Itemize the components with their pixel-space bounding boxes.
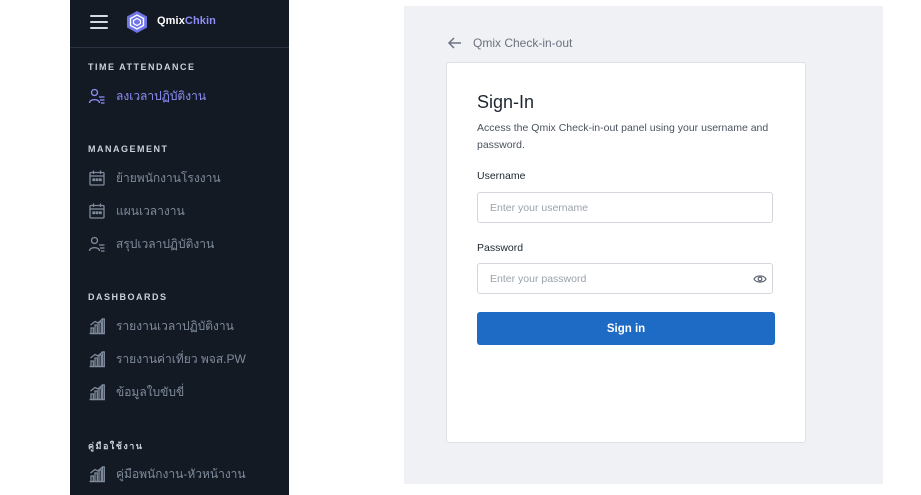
- breadcrumb-label: Qmix Check-in-out: [473, 36, 573, 50]
- menu-icon[interactable]: [90, 15, 108, 29]
- bar-chart-icon: [88, 350, 106, 368]
- bar-chart-icon: [88, 465, 106, 483]
- user-list-icon: [88, 235, 106, 253]
- sidebar-item-staff-manual[interactable]: คู่มือพนักงาน-หัวหน้างาน: [88, 463, 246, 485]
- username-input[interactable]: [477, 192, 773, 223]
- logo-icon: [127, 11, 147, 33]
- sidebar-item-label: รายงานเวลาปฏิบัติงาน: [116, 318, 234, 333]
- sidebar-item-attendance-summary[interactable]: สรุปเวลาปฏิบัติงาน: [88, 233, 214, 255]
- signin-card: Sign-In Access the Qmix Check-in-out pan…: [446, 62, 806, 443]
- section-title-time-attendance: TIME ATTENDANCE: [88, 62, 196, 72]
- signin-title: Sign-In: [477, 92, 535, 112]
- main-panel: Qmix Check-in-out Sign-In Access the Qmi…: [404, 6, 883, 484]
- password-label: Password: [477, 242, 524, 254]
- sidebar-item-label: ย้ายพนักงานโรงงาน: [116, 170, 221, 185]
- sidebar-item-work-schedule[interactable]: แผนเวลางาน: [88, 200, 185, 222]
- brand-name: QmixChkin: [157, 15, 216, 27]
- bar-chart-icon: [88, 383, 106, 401]
- sidebar-item-attendance-report[interactable]: รายงานเวลาปฏิบัติงาน: [88, 315, 234, 337]
- sidebar-item-move-staff[interactable]: ย้ายพนักงานโรงงาน: [88, 167, 221, 189]
- back-link[interactable]: Qmix Check-in-out: [447, 35, 572, 51]
- signin-description: Access the Qmix Check-in-out panel using…: [477, 122, 769, 151]
- section-title-dashboards: DASHBOARDS: [88, 292, 168, 302]
- sidebar: QmixChkin TIME ATTENDANCE ลงเวลาปฏิบัติง…: [70, 0, 289, 495]
- sidebar-item-label: แผนเวลางาน: [116, 203, 185, 218]
- section-title-manual: คู่มือใช้งาน: [88, 441, 144, 451]
- signin-button[interactable]: Sign in: [477, 312, 775, 345]
- sidebar-item-time-attendance[interactable]: ลงเวลาปฏิบัติงาน: [88, 85, 206, 107]
- user-list-icon: [88, 87, 106, 105]
- sidebar-item-label: รายงานค่าเที่ยว พจส.PW: [116, 351, 246, 366]
- eye-icon[interactable]: [753, 274, 767, 284]
- sidebar-header: QmixChkin: [70, 0, 289, 48]
- sidebar-item-label: สรุปเวลาปฏิบัติงาน: [116, 236, 215, 251]
- sidebar-item-label: ลงเวลาปฏิบัติงาน: [116, 88, 207, 103]
- arrow-left-icon: [447, 37, 461, 49]
- bar-chart-icon: [88, 317, 106, 335]
- section-title-management: MANAGEMENT: [88, 144, 169, 154]
- password-input[interactable]: [477, 263, 773, 294]
- username-label: Username: [477, 170, 526, 182]
- calendar-icon: [88, 202, 106, 220]
- calendar-icon: [88, 169, 106, 187]
- sidebar-item-trip-fee-report[interactable]: รายงานค่าเที่ยว พจส.PW: [88, 348, 246, 370]
- sidebar-item-label: ข้อมูลใบขับขี่: [116, 384, 185, 399]
- sidebar-item-driver-license[interactable]: ข้อมูลใบขับขี่: [88, 381, 184, 403]
- sidebar-item-label: คู่มือพนักงาน-หัวหน้างาน: [116, 466, 246, 481]
